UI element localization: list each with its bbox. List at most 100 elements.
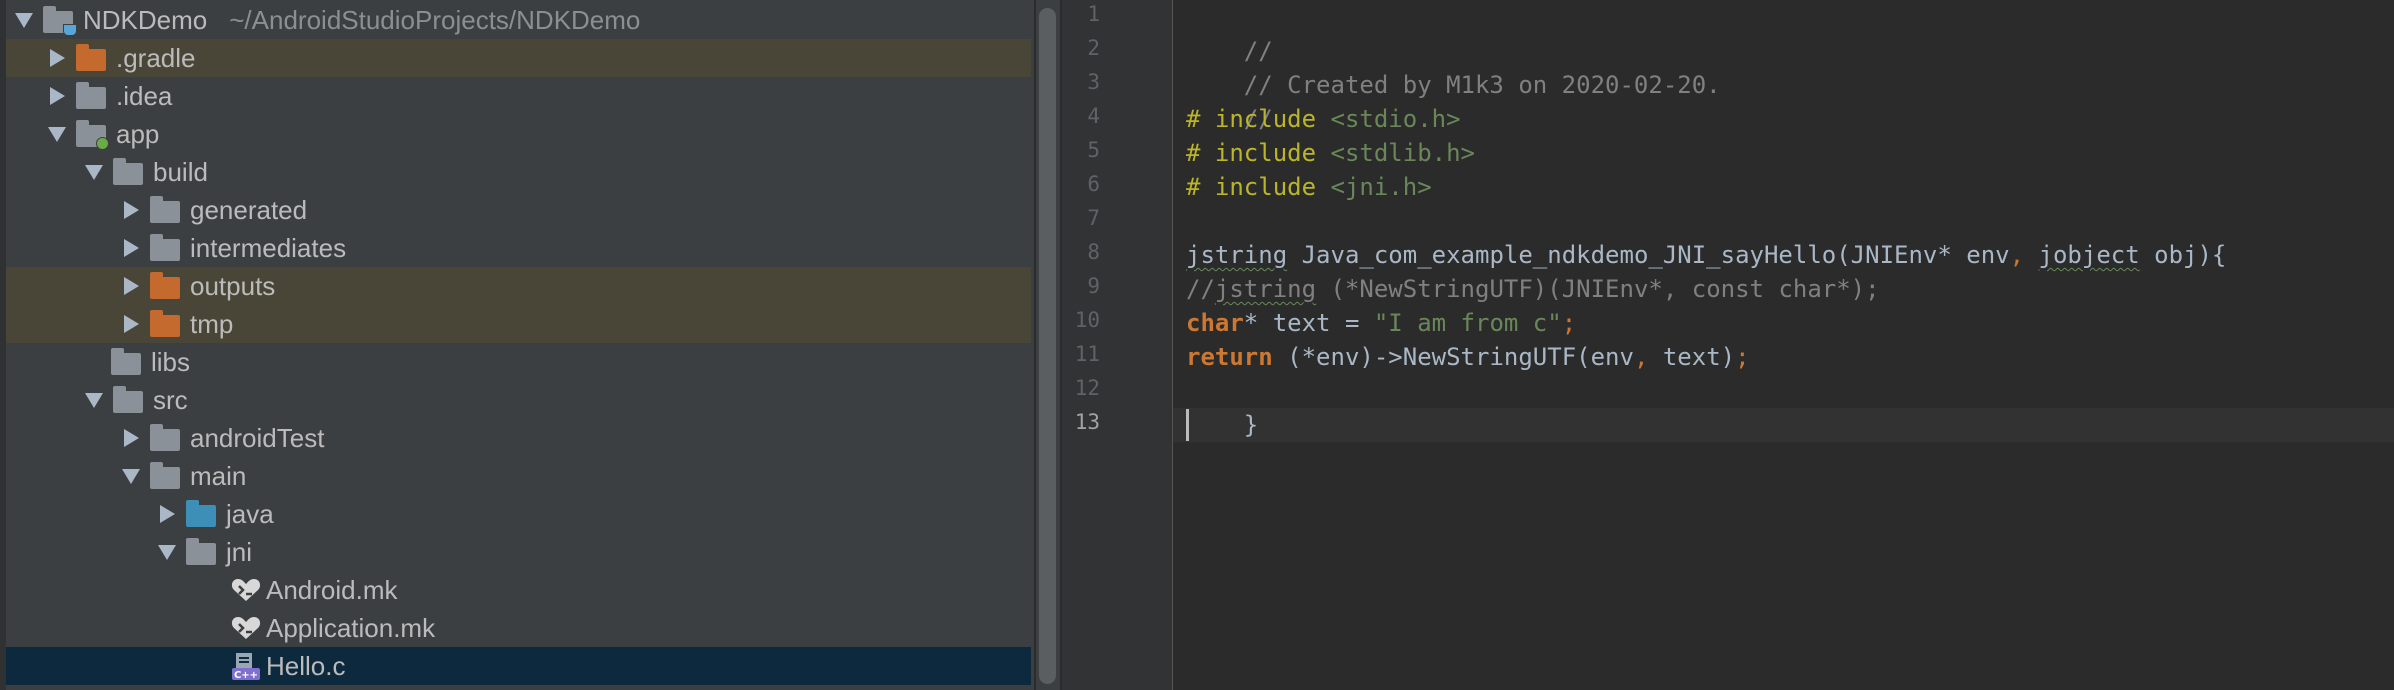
tree-item-label: generated <box>190 194 308 225</box>
c-file-icon: C++ <box>232 653 260 681</box>
folder-icon <box>113 158 143 185</box>
tree-item-gradle[interactable]: .gradle <box>6 39 1031 77</box>
module-folder-icon <box>43 6 77 36</box>
expand-arrow-icon[interactable] <box>15 12 33 28</box>
line-number: 4 <box>1087 104 1100 128</box>
tree-item-application-mk[interactable]: Application.mk <box>6 609 1031 647</box>
tree-item-main[interactable]: main <box>6 457 1031 495</box>
expand-arrow-icon[interactable] <box>158 544 176 560</box>
tree-item-label: libs <box>151 346 191 377</box>
line-number: 11 <box>1074 342 1100 366</box>
folder-icon <box>150 424 180 451</box>
line-number: 3 <box>1087 70 1100 94</box>
keyword: char <box>1186 309 1244 337</box>
tree-item-label: .idea <box>116 80 173 111</box>
tree-scrollbar[interactable] <box>1036 0 1060 690</box>
code-line-1[interactable]: // <box>1186 0 1273 65</box>
separator: ; <box>1561 309 1577 337</box>
tree-item-label: main <box>190 460 247 491</box>
tree-item-label: androidTest <box>190 422 325 453</box>
tree-item-label: java <box>226 498 274 529</box>
collapse-arrow-icon[interactable] <box>124 277 139 295</box>
code-line-9[interactable]: //jstring (*NewStringUTF)(JNIEnv*, const… <box>1186 272 1880 306</box>
tree-item-label: Android.mk <box>266 574 398 605</box>
tree-item-hello-c[interactable]: C++ Hello.c <box>6 647 1031 685</box>
code-line-3[interactable]: // <box>1186 68 1273 133</box>
collapse-arrow-icon[interactable] <box>50 87 65 105</box>
line-number-gutter: 1 2 3 4 5 6 7 8 9 10 11 12 13 <box>1062 0 1173 690</box>
code-line-5[interactable]: # include <stdlib.h> <box>1186 136 1475 170</box>
collapse-arrow-icon[interactable] <box>124 201 139 219</box>
tree-item-libs[interactable]: libs <box>6 343 1031 381</box>
line-number: 7 <box>1087 206 1100 230</box>
tree-item-tmp[interactable]: tmp <box>6 305 1031 343</box>
code-text: text) <box>1648 343 1736 371</box>
tree-item-label: src <box>153 384 188 415</box>
code-line-11[interactable]: return (*env)->NewStringUTF(env, text); <box>1186 340 1750 374</box>
folder-icon <box>113 386 143 413</box>
line-number: 1 <box>1087 2 1100 26</box>
tree-scrollbar-thumb[interactable] <box>1039 8 1056 684</box>
tree-item-idea[interactable]: .idea <box>6 77 1031 115</box>
string-literal: "I am from c" <box>1373 309 1562 337</box>
code-line-8[interactable]: jstring Java_com_example_ndkdemo_JNI_say… <box>1186 238 2226 272</box>
code-line-2[interactable]: // Created by M1k3 on 2020-02-20. <box>1186 34 1721 99</box>
tree-item-outputs[interactable]: outputs <box>6 267 1031 305</box>
line-number: 5 <box>1087 138 1100 162</box>
preprocessor-directive: # include <box>1186 139 1317 167</box>
tree-item-label: jni <box>226 536 253 567</box>
collapse-arrow-icon[interactable] <box>124 239 139 257</box>
separator: ; <box>1735 343 1750 371</box>
tree-item-label: Hello.c <box>266 650 346 681</box>
tree-item-label: Application.mk <box>266 612 436 643</box>
code-line-6[interactable]: # include <jni.h> <box>1186 170 1432 204</box>
expand-arrow-icon[interactable] <box>85 392 103 408</box>
code-line-12[interactable]: } <box>1186 374 1258 439</box>
collapse-arrow-icon[interactable] <box>124 429 139 447</box>
code-editor[interactable]: // // Created by M1k3 on 2020-02-20. // … <box>1173 0 2394 690</box>
folder-icon <box>150 462 180 489</box>
tree-item-app[interactable]: app <box>6 115 1031 153</box>
keyword: return <box>1186 343 1273 371</box>
expand-arrow-icon[interactable] <box>85 164 103 180</box>
current-line-highlight <box>1173 408 2394 442</box>
tree-root-label: NDKDemo <box>83 4 208 35</box>
comment: jstring <box>1214 275 1317 303</box>
tree-item-src[interactable]: src <box>6 381 1031 419</box>
code-text: (*env)->NewStringUTF(env <box>1272 343 1634 371</box>
tree-item-generated[interactable]: generated <box>6 191 1031 229</box>
expand-arrow-icon[interactable] <box>48 126 66 142</box>
tree-item-jni[interactable]: jni <box>6 533 1031 571</box>
folder-icon <box>150 234 180 261</box>
tree-item-intermediates[interactable]: intermediates <box>6 229 1031 267</box>
folder-icon <box>76 44 106 71</box>
tree-item-label: tmp <box>190 308 234 339</box>
collapse-arrow-icon[interactable] <box>160 505 175 523</box>
comment: // Created by M1k3 on 2020-02-20. <box>1243 71 1721 99</box>
tree-item-java[interactable]: java <box>6 495 1031 533</box>
type-token: jstring <box>1186 241 1288 269</box>
type-token: jobject <box>2038 241 2140 269</box>
tree-root-path: ~/AndroidStudioProjects/NDKDemo <box>229 4 641 35</box>
collapse-arrow-icon[interactable] <box>124 315 139 333</box>
preprocessor-directive: # include <box>1186 173 1317 201</box>
folder-icon <box>150 196 180 223</box>
folder-icon <box>150 272 180 299</box>
code-line-4[interactable]: # include <stdio.h> <box>1186 102 1461 136</box>
tree-root-ndkdemo[interactable]: NDKDemo ~/AndroidStudioProjects/NDKDemo <box>6 1 1031 39</box>
code-line-10[interactable]: char* text = "I am from c"; <box>1186 306 1576 340</box>
tree-item-build[interactable]: build <box>6 153 1031 191</box>
tree-item-label: outputs <box>190 270 276 301</box>
comment: (*NewStringUTF)(JNIEnv*, const char*); <box>1316 275 1880 303</box>
expand-arrow-icon[interactable] <box>122 468 140 484</box>
code-text: } <box>1243 411 1259 439</box>
line-number: 10 <box>1074 308 1100 332</box>
tree-item-androidtest[interactable]: androidTest <box>6 419 1031 457</box>
include-path: <stdlib.h> <box>1316 139 1475 167</box>
tree-item-android-mk[interactable]: Android.mk <box>6 571 1031 609</box>
makefile-icon <box>231 579 261 601</box>
tree-item-label: app <box>116 118 160 149</box>
collapse-arrow-icon[interactable] <box>50 49 65 67</box>
line-number-current: 13 <box>1074 410 1100 434</box>
module-folder-icon <box>76 120 109 150</box>
